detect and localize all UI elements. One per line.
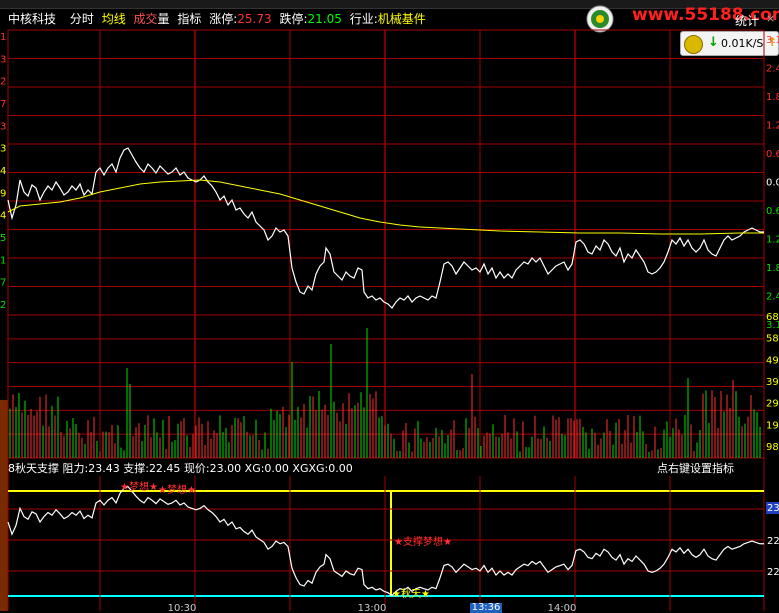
support-value: 22.45: [148, 462, 181, 475]
sub-right-axis-label: 23: [767, 503, 779, 514]
left-axis-label: 9: [0, 188, 6, 199]
right-axis-label: 3.1: [766, 35, 779, 46]
right-axis-label: 0.0: [766, 178, 779, 189]
right-axis-label: 29: [766, 399, 779, 410]
marker-support-dream: ★支撑梦想★: [394, 535, 452, 548]
right-axis-label: 39: [766, 377, 779, 388]
indicator-header: 8秋天支撑 阻力:23.43 支撑:22.45 现价:23.00 XG:0.00…: [8, 460, 353, 475]
left-axis-label: 2: [0, 300, 6, 311]
time-axis-label: 13:00: [358, 603, 387, 611]
left-axis-label: 4: [0, 211, 6, 222]
right-axis-label: 2.4: [766, 64, 779, 75]
indicator-price-line: [7, 485, 764, 597]
left-axis-label: 7: [0, 278, 6, 289]
price-label: 现价:: [183, 462, 210, 475]
right-axis-label: 1.2: [766, 121, 779, 132]
marker-dream: ★梦想★: [120, 480, 158, 493]
indicator-name: 8秋天支撑: [8, 462, 59, 475]
right-axis-label: 1.2: [766, 235, 779, 246]
left-axis-label: 3: [0, 144, 6, 155]
right-axis-label: 58: [766, 334, 779, 345]
sub-right-axis-label: 22: [767, 567, 779, 578]
indicator-settings-hint[interactable]: 点右键设置指标: [657, 460, 734, 476]
average-line: [7, 179, 764, 235]
left-axis-label: 1: [0, 32, 6, 43]
left-axis-label: 3: [0, 54, 6, 65]
left-axis-label: 4: [0, 166, 6, 177]
right-axis-label: 0.6: [766, 149, 779, 160]
left-axis-label: 2: [0, 77, 6, 88]
price-value: 23.00: [209, 462, 242, 475]
right-axis-label: 68: [766, 312, 779, 323]
time-axis-label: 14:00: [548, 603, 577, 611]
left-axis-label: 5: [0, 233, 6, 244]
left-axis-label: 1: [0, 255, 6, 266]
resistance-value: 23.43: [88, 462, 120, 475]
left-axis-label: 7: [0, 99, 6, 110]
current-time-marker: 13:36: [470, 602, 502, 613]
time-axis-label: 10:30: [168, 603, 197, 611]
timeshare-chart: 13273349451723.12.41.81.20.60.00.61.21.8…: [0, 29, 779, 611]
right-axis-label: 98: [766, 442, 779, 453]
right-axis-label: 2.4: [766, 292, 779, 303]
right-axis-label: 49: [766, 355, 779, 366]
resistance-label: 阻力:: [62, 462, 89, 475]
support-label: 支撑:: [123, 462, 149, 475]
right-axis-label: 1.8: [766, 92, 779, 103]
sub-right-axis-label: 22: [767, 536, 779, 547]
xgxg-value: XGXG:0.00: [292, 462, 353, 475]
left-axis-label: 3: [0, 121, 6, 132]
marker-autumn: ★秋天★: [392, 587, 430, 600]
xg-value: XG:0.00: [244, 462, 289, 475]
right-axis-label: 1.8: [766, 263, 779, 274]
marker-dream-2: ★梦想★: [158, 483, 196, 496]
right-axis-label: 19: [766, 420, 779, 431]
right-axis-label: 0.6: [766, 206, 779, 217]
